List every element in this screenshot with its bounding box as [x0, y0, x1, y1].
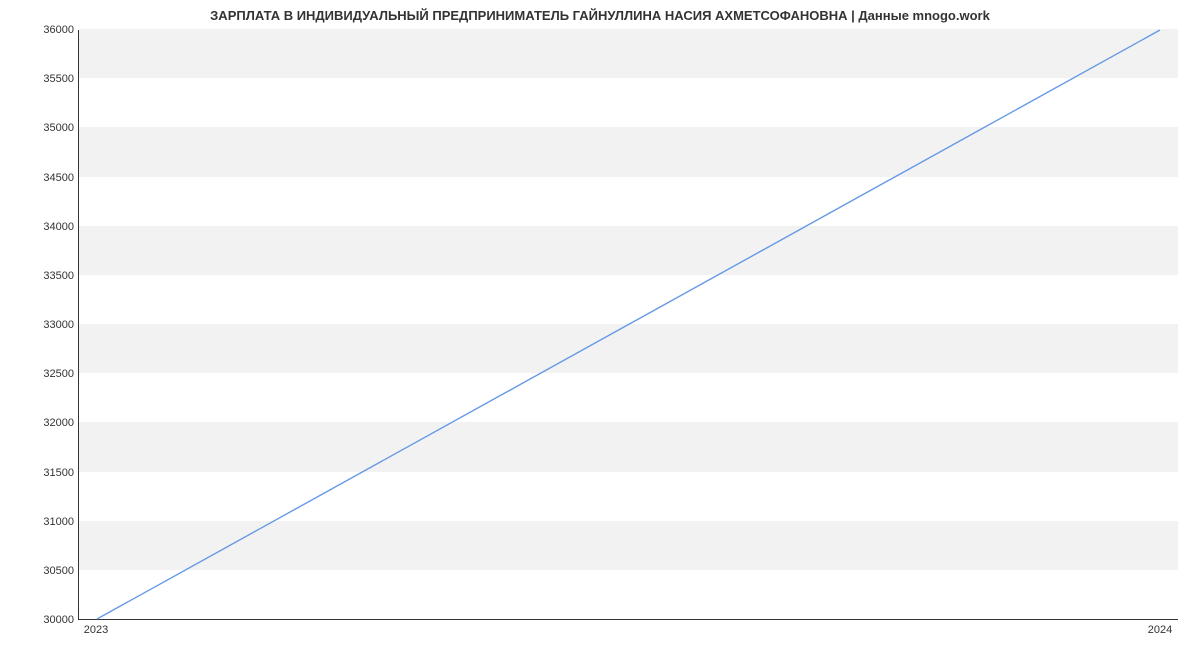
plot-area: [78, 30, 1178, 620]
y-tick-label: 30000: [14, 614, 74, 626]
y-tick-label: 33500: [14, 270, 74, 282]
y-tick-label: 35000: [14, 122, 74, 134]
y-tick-label: 32000: [14, 417, 74, 429]
y-tick-label: 36000: [14, 24, 74, 36]
y-tick-label: 35500: [14, 73, 74, 85]
y-tick-label: 32500: [14, 368, 74, 380]
y-tick-label: 31000: [14, 516, 74, 528]
x-tick-label: 2023: [84, 624, 108, 636]
x-tick-label: 2024: [1148, 624, 1172, 636]
y-tick-label: 31500: [14, 467, 74, 479]
y-tick-label: 34000: [14, 221, 74, 233]
y-tick-label: 33000: [14, 319, 74, 331]
chart-title: ЗАРПЛАТА В ИНДИВИДУАЛЬНЫЙ ПРЕДПРИНИМАТЕЛ…: [0, 8, 1200, 23]
salary-chart: ЗАРПЛАТА В ИНДИВИДУАЛЬНЫЙ ПРЕДПРИНИМАТЕЛ…: [0, 0, 1200, 650]
y-tick-label: 30500: [14, 565, 74, 577]
y-tick-label: 34500: [14, 172, 74, 184]
salary-line: [79, 30, 1178, 619]
